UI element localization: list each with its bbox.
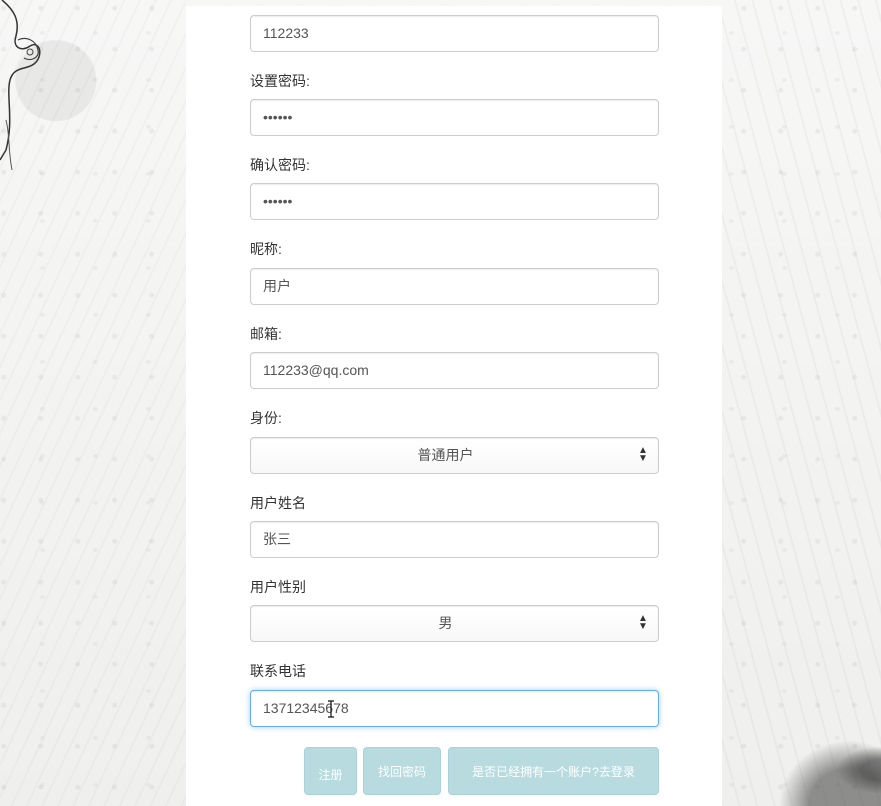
gender-select-value: 男 xyxy=(438,615,453,631)
ink-landscape-illustration xyxy=(721,686,881,806)
nickname-input[interactable]: 用户 xyxy=(250,268,659,305)
ink-figure-illustration xyxy=(0,0,41,171)
email-label: 邮箱: xyxy=(250,326,282,342)
password-label: 设置密码: xyxy=(250,73,310,89)
caret-up-down-icon: ▲ ▼ xyxy=(638,445,648,464)
nickname-label: 昵称: xyxy=(250,241,282,257)
realname-input[interactable]: 张三 xyxy=(250,521,659,558)
realname-label: 用户姓名 xyxy=(250,495,306,511)
role-select-value: 普通用户 xyxy=(417,447,474,463)
gender-label: 用户性别 xyxy=(250,579,306,595)
i-beam-cursor-icon xyxy=(328,700,334,718)
phone-input[interactable]: 13712345678 xyxy=(250,690,659,727)
phone-label: 联系电话 xyxy=(250,663,306,679)
confirm-password-input[interactable]: •••••• xyxy=(250,183,659,220)
account-input[interactable]: 112233 xyxy=(250,15,659,52)
go-login-button[interactable]: 是否已经拥有一个账户?去登录 xyxy=(448,747,659,795)
caret-up-down-icon: ▲ ▼ xyxy=(638,613,648,632)
gender-select[interactable]: 男 ▲ ▼ xyxy=(250,605,659,642)
confirm-password-label: 确认密码: xyxy=(250,157,310,173)
register-button[interactable]: 注册 xyxy=(304,747,357,795)
email-input[interactable]: 112233@qq.com xyxy=(250,352,659,389)
password-input[interactable]: •••••• xyxy=(250,99,659,136)
role-select[interactable]: 普通用户 ▲ ▼ xyxy=(250,437,659,474)
phone-input-value: 13712345678 xyxy=(263,700,349,716)
recover-password-button[interactable]: 找回密码 xyxy=(363,747,441,795)
register-panel: 112233 设置密码: •••••• 确认密码: •••••• 昵称: 用户 … xyxy=(186,6,722,806)
left-decorative-art xyxy=(0,0,186,806)
role-label: 身份: xyxy=(250,410,282,426)
